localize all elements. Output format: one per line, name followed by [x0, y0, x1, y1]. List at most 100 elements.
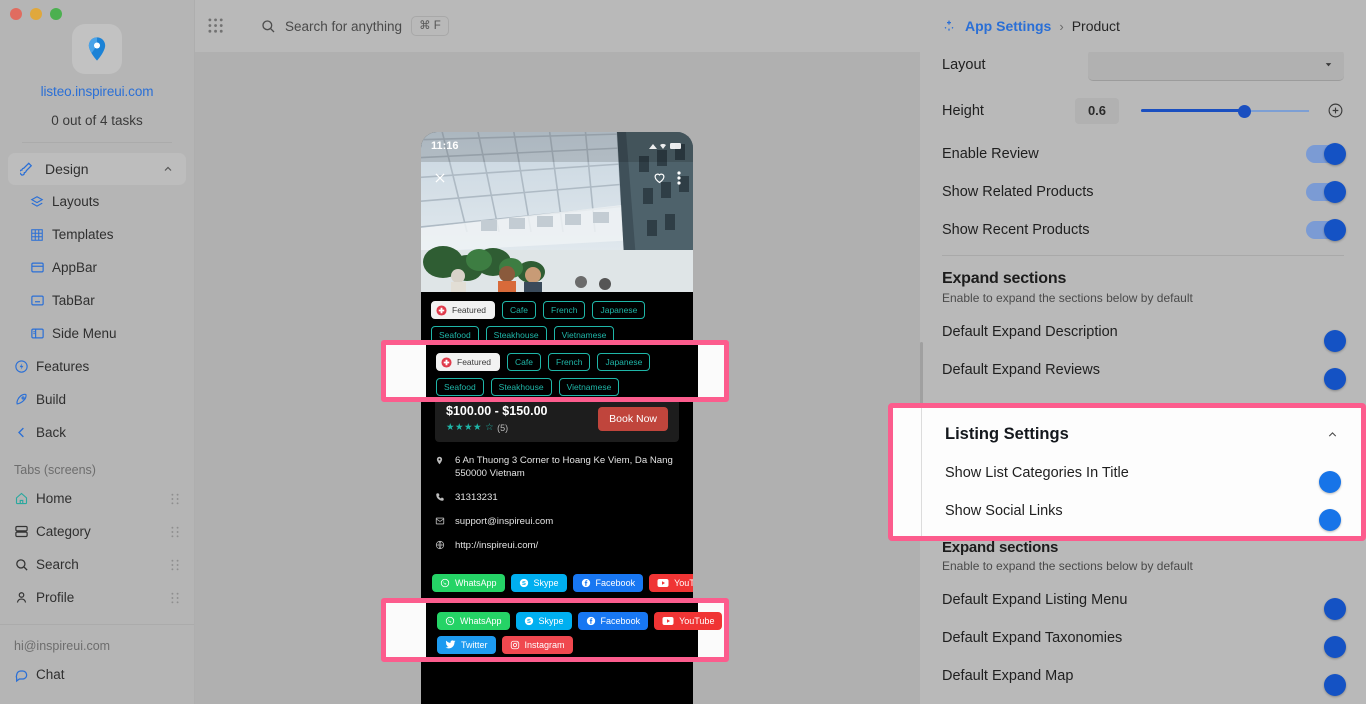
enable-review-toggle[interactable] — [1306, 145, 1344, 163]
phone-icon — [435, 491, 455, 504]
chip-seafood-hl[interactable]: Seafood — [436, 378, 484, 396]
book-now-button[interactable]: Book Now — [598, 407, 668, 431]
brand-domain[interactable]: listeo.inspireui.com — [0, 84, 194, 99]
chip-french[interactable]: French — [543, 301, 585, 319]
setting-label: Layout — [942, 57, 986, 73]
chip-cafe-hl[interactable]: Cafe — [507, 353, 541, 371]
setting-show-list-categories-row: Show List Categories In Title — [893, 454, 1361, 492]
global-search[interactable]: Search for anything ⌘ F — [260, 16, 449, 36]
slider-fill — [1141, 109, 1245, 113]
plus-circle-icon[interactable] — [1327, 102, 1344, 119]
sidebar-item-label: TabBar — [52, 293, 95, 308]
chat-icon — [14, 667, 36, 683]
more-vertical-icon[interactable] — [677, 171, 681, 185]
info-text: http://inspireui.com/ — [455, 539, 538, 552]
sidebar-item-back[interactable]: Back — [0, 416, 194, 449]
svg-text:S: S — [527, 619, 531, 625]
social-skype[interactable]: S Skype — [511, 574, 567, 592]
sidebar-tab-search[interactable]: Search — [0, 548, 194, 581]
setting-default-expand-listing-menu-row: Default Expand Listing Menu — [942, 581, 1344, 619]
social-row: WhatsApp S Skype Facebook YouTube — [432, 574, 682, 592]
setting-label: Default Expand Description — [942, 324, 1118, 340]
sidebar-item-chat[interactable]: Chat — [0, 658, 194, 691]
chip-japanese-hl[interactable]: Japanese — [597, 353, 650, 371]
breadcrumb-current: Product — [1072, 18, 1120, 34]
sidemenu-icon — [30, 326, 52, 341]
highlight-social-row-2: Twitter Instagram — [437, 636, 722, 654]
social-label: Twitter — [461, 640, 488, 650]
sidebar-item-features[interactable]: Features — [0, 350, 194, 383]
sidebar-item-layouts[interactable]: Layouts — [0, 185, 194, 218]
sidebar-group-design[interactable]: Design — [8, 153, 186, 185]
search-shortcut-badge: ⌘ F — [411, 16, 449, 36]
social-twitter-hl[interactable]: Twitter — [437, 636, 496, 654]
settings-panel: Layout Height 0.6 — [920, 52, 1366, 704]
sidebar-item-templates[interactable]: Templates — [0, 218, 194, 251]
rating-half-star: ☆ — [485, 422, 494, 433]
chip-steakhouse-hl[interactable]: Steakhouse — [491, 378, 552, 396]
social-label: YouTube — [674, 578, 693, 588]
setting-control — [1306, 221, 1344, 239]
close-icon[interactable] — [433, 171, 447, 185]
grid-apps-icon[interactable] — [208, 18, 225, 35]
height-slider[interactable] — [1141, 102, 1309, 120]
sidebar-item-label: Side Menu — [52, 326, 117, 341]
price-card: $100.00 - $150.00 ★★★★ ☆ (5) Book Now — [435, 395, 679, 442]
drag-handle-icon[interactable] — [170, 559, 180, 571]
chip-cafe[interactable]: Cafe — [502, 301, 536, 319]
sidebar-tab-home[interactable]: Home — [0, 482, 194, 515]
location-pin-icon — [435, 454, 455, 480]
sidebar-item-tabbar[interactable]: TabBar — [0, 284, 194, 317]
maximize-window-button[interactable] — [50, 8, 62, 20]
social-whatsapp-hl[interactable]: WhatsApp — [437, 612, 510, 630]
breadcrumb-root[interactable]: App Settings — [965, 18, 1051, 34]
show-related-products-toggle[interactable] — [1306, 183, 1344, 201]
social-whatsapp[interactable]: WhatsApp — [432, 574, 505, 592]
sidebar-item-build[interactable]: Build — [0, 383, 194, 416]
social-facebook[interactable]: Facebook — [573, 574, 644, 592]
sidebar-item-side-menu[interactable]: Side Menu — [0, 317, 194, 350]
chip-featured-hl[interactable]: Featured — [436, 353, 500, 371]
sidebar-item-label: AppBar — [52, 260, 97, 275]
heart-icon[interactable] — [652, 170, 667, 185]
listing-settings-header[interactable]: Listing Settings — [893, 414, 1361, 454]
drag-handle-icon[interactable] — [170, 493, 180, 505]
sidebar-tab-profile[interactable]: Profile — [0, 581, 194, 614]
minimize-window-button[interactable] — [30, 8, 42, 20]
chip-featured[interactable]: Featured — [431, 301, 495, 319]
setting-default-expand-reviews-row: Default Expand Reviews — [942, 351, 1344, 389]
social-facebook-hl[interactable]: Facebook — [578, 612, 649, 630]
tabbar-icon — [30, 293, 52, 308]
appbar-icon — [30, 260, 52, 275]
show-recent-products-toggle[interactable] — [1306, 221, 1344, 239]
rocket-icon — [14, 392, 36, 407]
social-skype-hl[interactable]: S Skype — [516, 612, 572, 630]
social-label: YouTube — [679, 616, 714, 626]
social-youtube-hl[interactable]: YouTube — [654, 612, 722, 630]
close-window-button[interactable] — [10, 8, 22, 20]
preview-canvas: 11:16 — [195, 52, 920, 704]
chip-japanese[interactable]: Japanese — [592, 301, 645, 319]
sidebar-tab-category[interactable]: Category — [0, 515, 194, 548]
expand-sections-block-1: Expand sections Enable to expand the sec… — [942, 270, 1344, 389]
chip-french-hl[interactable]: French — [548, 353, 590, 371]
height-value-input[interactable]: 0.6 — [1075, 98, 1119, 124]
slider-knob[interactable] — [1238, 105, 1251, 118]
app-logo — [72, 24, 122, 74]
chip-vietnamese-hl[interactable]: Vietnamese — [559, 378, 620, 396]
whatsapp-icon — [445, 616, 455, 626]
sidebar-tab-label: Category — [36, 524, 91, 539]
social-label: Skype — [534, 578, 559, 588]
social-youtube[interactable]: YouTube — [649, 574, 693, 592]
setting-label: Show Recent Products — [942, 222, 1090, 238]
sidebar-tab-label: Search — [36, 557, 79, 572]
chevron-up-icon[interactable] — [1326, 428, 1339, 441]
sidebar-item-label: Features — [36, 359, 89, 374]
sidebar-item-appbar[interactable]: AppBar — [0, 251, 194, 284]
drag-handle-icon[interactable] — [170, 592, 180, 604]
highlight-box-categories: Featured Cafe French Japanese Seafood St… — [381, 340, 729, 402]
social-instagram-hl[interactable]: Instagram — [502, 636, 573, 654]
drag-handle-icon[interactable] — [170, 526, 180, 538]
layout-select[interactable] — [1088, 52, 1344, 81]
setting-default-expand-description-row: Default Expand Description — [942, 313, 1344, 351]
